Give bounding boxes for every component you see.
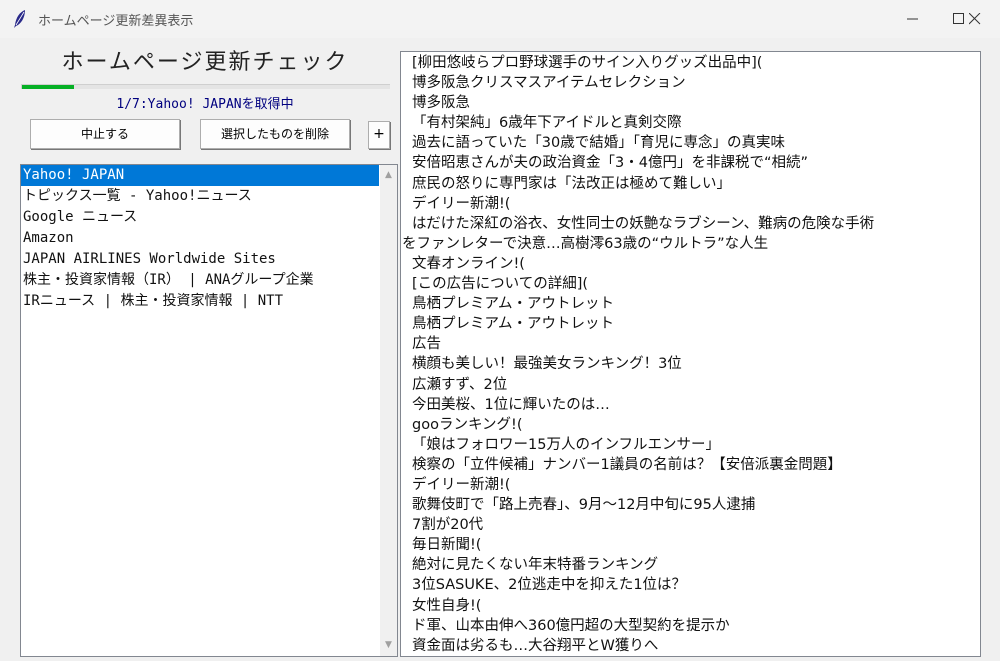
diff-line: デイリー新潮!( xyxy=(412,476,511,493)
progress-fill xyxy=(22,85,74,89)
site-list-scrollbar[interactable]: ▲ ▼ xyxy=(380,165,397,656)
diff-line: [この広告についての詳細]( xyxy=(412,276,589,293)
diff-line: をファンレターで決意…高樹澪63歳の“ウルトラ”な人生 xyxy=(402,235,769,252)
scroll-up-icon[interactable]: ▲ xyxy=(380,167,397,184)
diff-line: 毎日新聞!( xyxy=(412,537,482,554)
site-list-item[interactable]: JAPAN AIRLINES Worldwide Sites xyxy=(21,249,397,270)
diff-line: 「娘はフォロワー15万人のインフルエンサー」 xyxy=(412,436,721,453)
site-list-item[interactable]: 株主・投資家情報（IR） | ANAグループ企業 xyxy=(21,270,397,291)
stop-button[interactable]: 中止する xyxy=(30,119,180,149)
diff-line: 検察の「立件候補」ナンバー1議員の名前は？【安倍派裏金問題】 xyxy=(412,456,842,473)
diff-line: 広告 xyxy=(412,336,441,353)
diff-line: gooランキング!( xyxy=(412,416,523,433)
diff-line: 7割が20代 xyxy=(412,517,484,534)
add-button[interactable]: + xyxy=(368,121,390,149)
diff-line: 過去に語っていた「30歳で結婚」「育児に専念」の真実味 xyxy=(412,135,785,152)
diff-line: 女性自身!( xyxy=(412,597,482,614)
scroll-down-icon[interactable]: ▼ xyxy=(380,637,397,654)
delete-selected-button[interactable]: 選択したものを削除 xyxy=(200,119,350,149)
title-bar: ホームページ更新差異表示 xyxy=(0,0,1000,38)
diff-line: 今田美桜、1位に輝いたのは… xyxy=(412,396,610,413)
feather-icon xyxy=(14,10,25,28)
diff-line: 広瀬すず、2位 xyxy=(412,376,508,393)
page-heading: ホームページ更新チェック xyxy=(61,50,349,75)
diff-line: 横顔も美しい！最強美女ランキング！3位 xyxy=(412,356,682,373)
diff-line: 3位SASUKE、2位逃走中を抑えた1位は？ xyxy=(412,577,687,594)
diff-line: デイリー新潮!( xyxy=(412,195,511,212)
site-list-item[interactable]: Google ニュース xyxy=(21,207,397,228)
site-list[interactable]: Yahoo! JAPAN トピックス一覧 - Yahoo!ニュース Google ニ… xyxy=(20,164,398,657)
diff-line: 博多阪急 xyxy=(412,95,470,112)
minimize-button[interactable] xyxy=(890,0,936,38)
diff-line: 庶民の怒りに専門家は「法改正は極めて難しい」 xyxy=(412,175,731,192)
diff-line: 文春オンライン!( xyxy=(412,255,525,272)
diff-line: 「有村架純」6歳年下アイドルと真剣交際 xyxy=(412,115,682,132)
site-list-item[interactable]: Amazon xyxy=(21,228,397,249)
progress-bar xyxy=(21,84,390,89)
diff-line: ド軍、山本由伸へ360億円超の大型契約を提示か xyxy=(412,617,730,634)
status-text: 1/7:Yahoo! JAPANを取得中 xyxy=(116,97,294,112)
site-list-item[interactable]: トピックス一覧 - Yahoo!ニュース xyxy=(21,186,397,207)
window-title: ホームページ更新差異表示 xyxy=(38,14,194,29)
diff-line: 博多阪急クリスマスアイテムセレクション xyxy=(412,75,686,92)
diff-line: 鳥栖プレミアム・アウトレット xyxy=(412,296,614,313)
site-list-item[interactable]: Yahoo! JAPAN xyxy=(21,165,379,186)
diff-line: 安倍昭恵さんが夫の政治資金「3・4億円」を非課税で“相続” xyxy=(412,155,808,172)
diff-text-area[interactable]: [柳田悠岐らプロ野球選手のサイン入りグッズ出品中]( 博多阪急クリスマスアイテムセ… xyxy=(400,51,981,657)
diff-line: 資金面は劣るも…大谷翔平とW獲りへ xyxy=(412,637,659,654)
diff-line: 絶対に見たくない年末特番ランキング xyxy=(412,557,659,574)
site-list-item[interactable]: IRニュース | 株主・投資家情報 | NTT xyxy=(21,291,397,312)
minimize-icon xyxy=(907,18,918,20)
diff-line: [柳田悠岐らプロ野球選手のサイン入りグッズ出品中]( xyxy=(412,55,763,71)
diff-line: はだけた深紅の浴衣、女性同士の妖艶なラブシーン、難病の危険な手術 xyxy=(412,215,875,232)
diff-line: 歌舞伎町で「路上売春」、9月～12月中旬に95人逮捕 xyxy=(412,497,756,514)
close-icon xyxy=(969,13,981,25)
close-button[interactable] xyxy=(952,0,998,38)
diff-line: 鳥栖プレミアム・アウトレット xyxy=(412,316,614,333)
